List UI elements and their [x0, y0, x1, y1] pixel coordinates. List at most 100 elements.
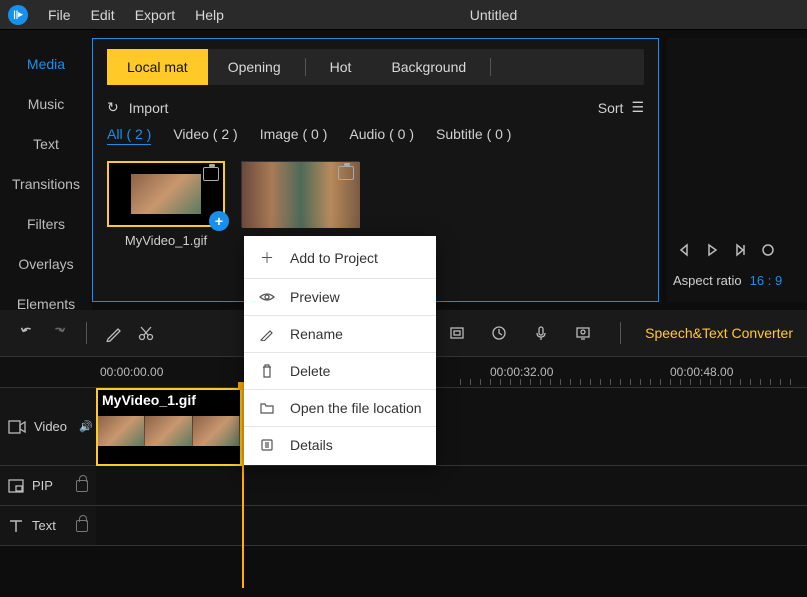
nav-elements[interactable]: Elements — [0, 284, 92, 324]
titlebar: ||▸ File Edit Export Help Untitled — [0, 0, 807, 30]
ctx-separator — [244, 278, 436, 279]
tool-right-group: Speech&Text Converter — [444, 320, 793, 346]
ctx-label: Preview — [290, 289, 340, 305]
pencil-icon — [258, 327, 276, 341]
pip-track-body[interactable] — [96, 466, 807, 505]
next-frame-button[interactable] — [729, 239, 751, 261]
tab-local-material[interactable]: Local mat — [107, 49, 208, 85]
context-menu: ＋ Add to Project Preview Rename Delete O… — [244, 236, 436, 465]
import-icon: ↻ — [107, 99, 119, 116]
details-icon — [258, 438, 276, 452]
tab-hot[interactable]: Hot — [310, 49, 372, 85]
eye-icon — [258, 291, 276, 303]
add-to-project-icon[interactable]: + — [209, 211, 229, 231]
prev-frame-button[interactable] — [673, 239, 695, 261]
tab-background[interactable]: Background — [371, 49, 486, 85]
media-item-1[interactable]: + MyVideo_1.gif — [107, 161, 225, 248]
ctx-add-to-project[interactable]: ＋ Add to Project — [244, 240, 436, 276]
nav-music[interactable]: Music — [0, 84, 92, 124]
ruler-time-1: 00:00:32.00 — [490, 365, 553, 379]
video-clip[interactable]: MyVideo_1.gif — [96, 388, 242, 466]
text-track-head[interactable]: Text — [0, 506, 96, 545]
mute-icon[interactable]: 🔊 — [79, 420, 93, 433]
menu-file[interactable]: File — [38, 7, 81, 23]
screen-record-button[interactable] — [570, 320, 596, 346]
play-button[interactable] — [701, 239, 723, 261]
left-nav: Media Music Text Transitions Filters Ove… — [0, 30, 92, 310]
video-track-label: Video — [34, 419, 67, 434]
sort-button[interactable]: Sort ☰ — [598, 99, 644, 116]
nav-overlays[interactable]: Overlays — [0, 244, 92, 284]
filter-video[interactable]: Video ( 2 ) — [173, 126, 237, 145]
aspect-ratio[interactable]: Aspect ratio 16 : 9 — [673, 273, 801, 288]
nav-transitions[interactable]: Transitions — [0, 164, 92, 204]
ruler-ticks — [460, 379, 800, 387]
cut-tool-button[interactable] — [133, 320, 159, 346]
text-track-label: Text — [32, 518, 56, 533]
stop-button[interactable] — [757, 239, 779, 261]
duration-button[interactable] — [486, 320, 512, 346]
thumbnail-preview — [131, 174, 201, 214]
tab-opening[interactable]: Opening — [208, 49, 301, 85]
filter-subtitle[interactable]: Subtitle ( 0 ) — [436, 126, 511, 145]
undo-button[interactable] — [14, 320, 40, 346]
ruler-time-2: 00:00:48.00 — [670, 365, 733, 379]
tool-left-group — [14, 320, 159, 346]
nav-filters[interactable]: Filters — [0, 204, 92, 244]
video-track-head[interactable]: Video 🔊 — [0, 388, 96, 465]
menu-export[interactable]: Export — [125, 7, 185, 23]
text-track-icon — [8, 519, 24, 533]
divider — [305, 58, 306, 76]
aspect-label: Aspect ratio — [673, 273, 742, 288]
aspect-value: 16 : 9 — [750, 273, 783, 288]
media-filter-tabs: All ( 2 ) Video ( 2 ) Image ( 0 ) Audio … — [107, 126, 644, 145]
menu-help[interactable]: Help — [185, 7, 234, 23]
pip-track-label: PIP — [32, 478, 53, 493]
import-label: Import — [129, 100, 169, 116]
speech-text-converter-button[interactable]: Speech&Text Converter — [645, 325, 793, 341]
ctx-label: Delete — [290, 363, 330, 379]
folder-icon — [258, 402, 276, 414]
sort-icon: ☰ — [631, 99, 644, 116]
media-item-2[interactable] — [241, 161, 359, 248]
menu-edit[interactable]: Edit — [81, 7, 125, 23]
filter-image[interactable]: Image ( 0 ) — [260, 126, 328, 145]
thumbnail-box: + — [107, 161, 225, 227]
nav-media[interactable]: Media — [0, 44, 92, 84]
media-source-tabs: Local mat Opening Hot Background — [107, 49, 644, 85]
clip-label: MyVideo_1.gif — [102, 392, 196, 408]
ctx-separator — [244, 426, 436, 427]
separator — [86, 322, 87, 344]
lock-icon[interactable] — [76, 520, 88, 532]
pip-track-head[interactable]: PIP — [0, 466, 96, 505]
ctx-separator — [244, 389, 436, 390]
edit-tool-button[interactable] — [101, 320, 127, 346]
lock-icon[interactable] — [76, 480, 88, 492]
ctx-delete[interactable]: Delete — [244, 355, 436, 387]
video-track-icon — [8, 420, 26, 434]
redo-button[interactable] — [46, 320, 72, 346]
sort-label: Sort — [598, 100, 624, 116]
text-track-body[interactable] — [96, 506, 807, 545]
nav-text[interactable]: Text — [0, 124, 92, 164]
ctx-label: Rename — [290, 326, 343, 342]
import-button[interactable]: ↻ Import — [107, 99, 168, 116]
voiceover-button[interactable] — [528, 320, 554, 346]
crop-button[interactable] — [444, 320, 470, 346]
ctx-separator — [244, 315, 436, 316]
pip-track-icon — [8, 479, 24, 493]
ctx-label: Open the file location — [290, 400, 422, 416]
ctx-open-location[interactable]: Open the file location — [244, 392, 436, 424]
ctx-preview[interactable]: Preview — [244, 281, 436, 313]
transport-controls — [673, 239, 801, 261]
camera-icon — [338, 166, 354, 180]
import-row: ↻ Import Sort ☰ — [107, 99, 644, 116]
ctx-details[interactable]: Details — [244, 429, 436, 461]
ctx-rename[interactable]: Rename — [244, 318, 436, 350]
divider — [490, 58, 491, 76]
filter-audio[interactable]: Audio ( 0 ) — [349, 126, 414, 145]
filter-all[interactable]: All ( 2 ) — [107, 126, 151, 145]
thumbnail-box — [241, 161, 359, 227]
video-track-body[interactable]: MyVideo_1.gif — [96, 388, 807, 465]
separator — [620, 322, 621, 344]
